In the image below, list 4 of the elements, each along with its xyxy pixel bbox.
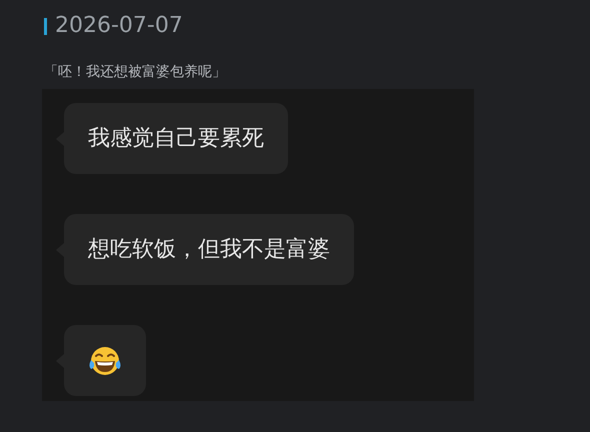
date-heading: 2026-07-07: [55, 12, 183, 40]
laughing-with-tears-emoji-icon: [88, 346, 122, 376]
accent-bar: [44, 18, 47, 34]
quote-text: 「呸！我还想被富婆包养呢」: [44, 63, 227, 82]
